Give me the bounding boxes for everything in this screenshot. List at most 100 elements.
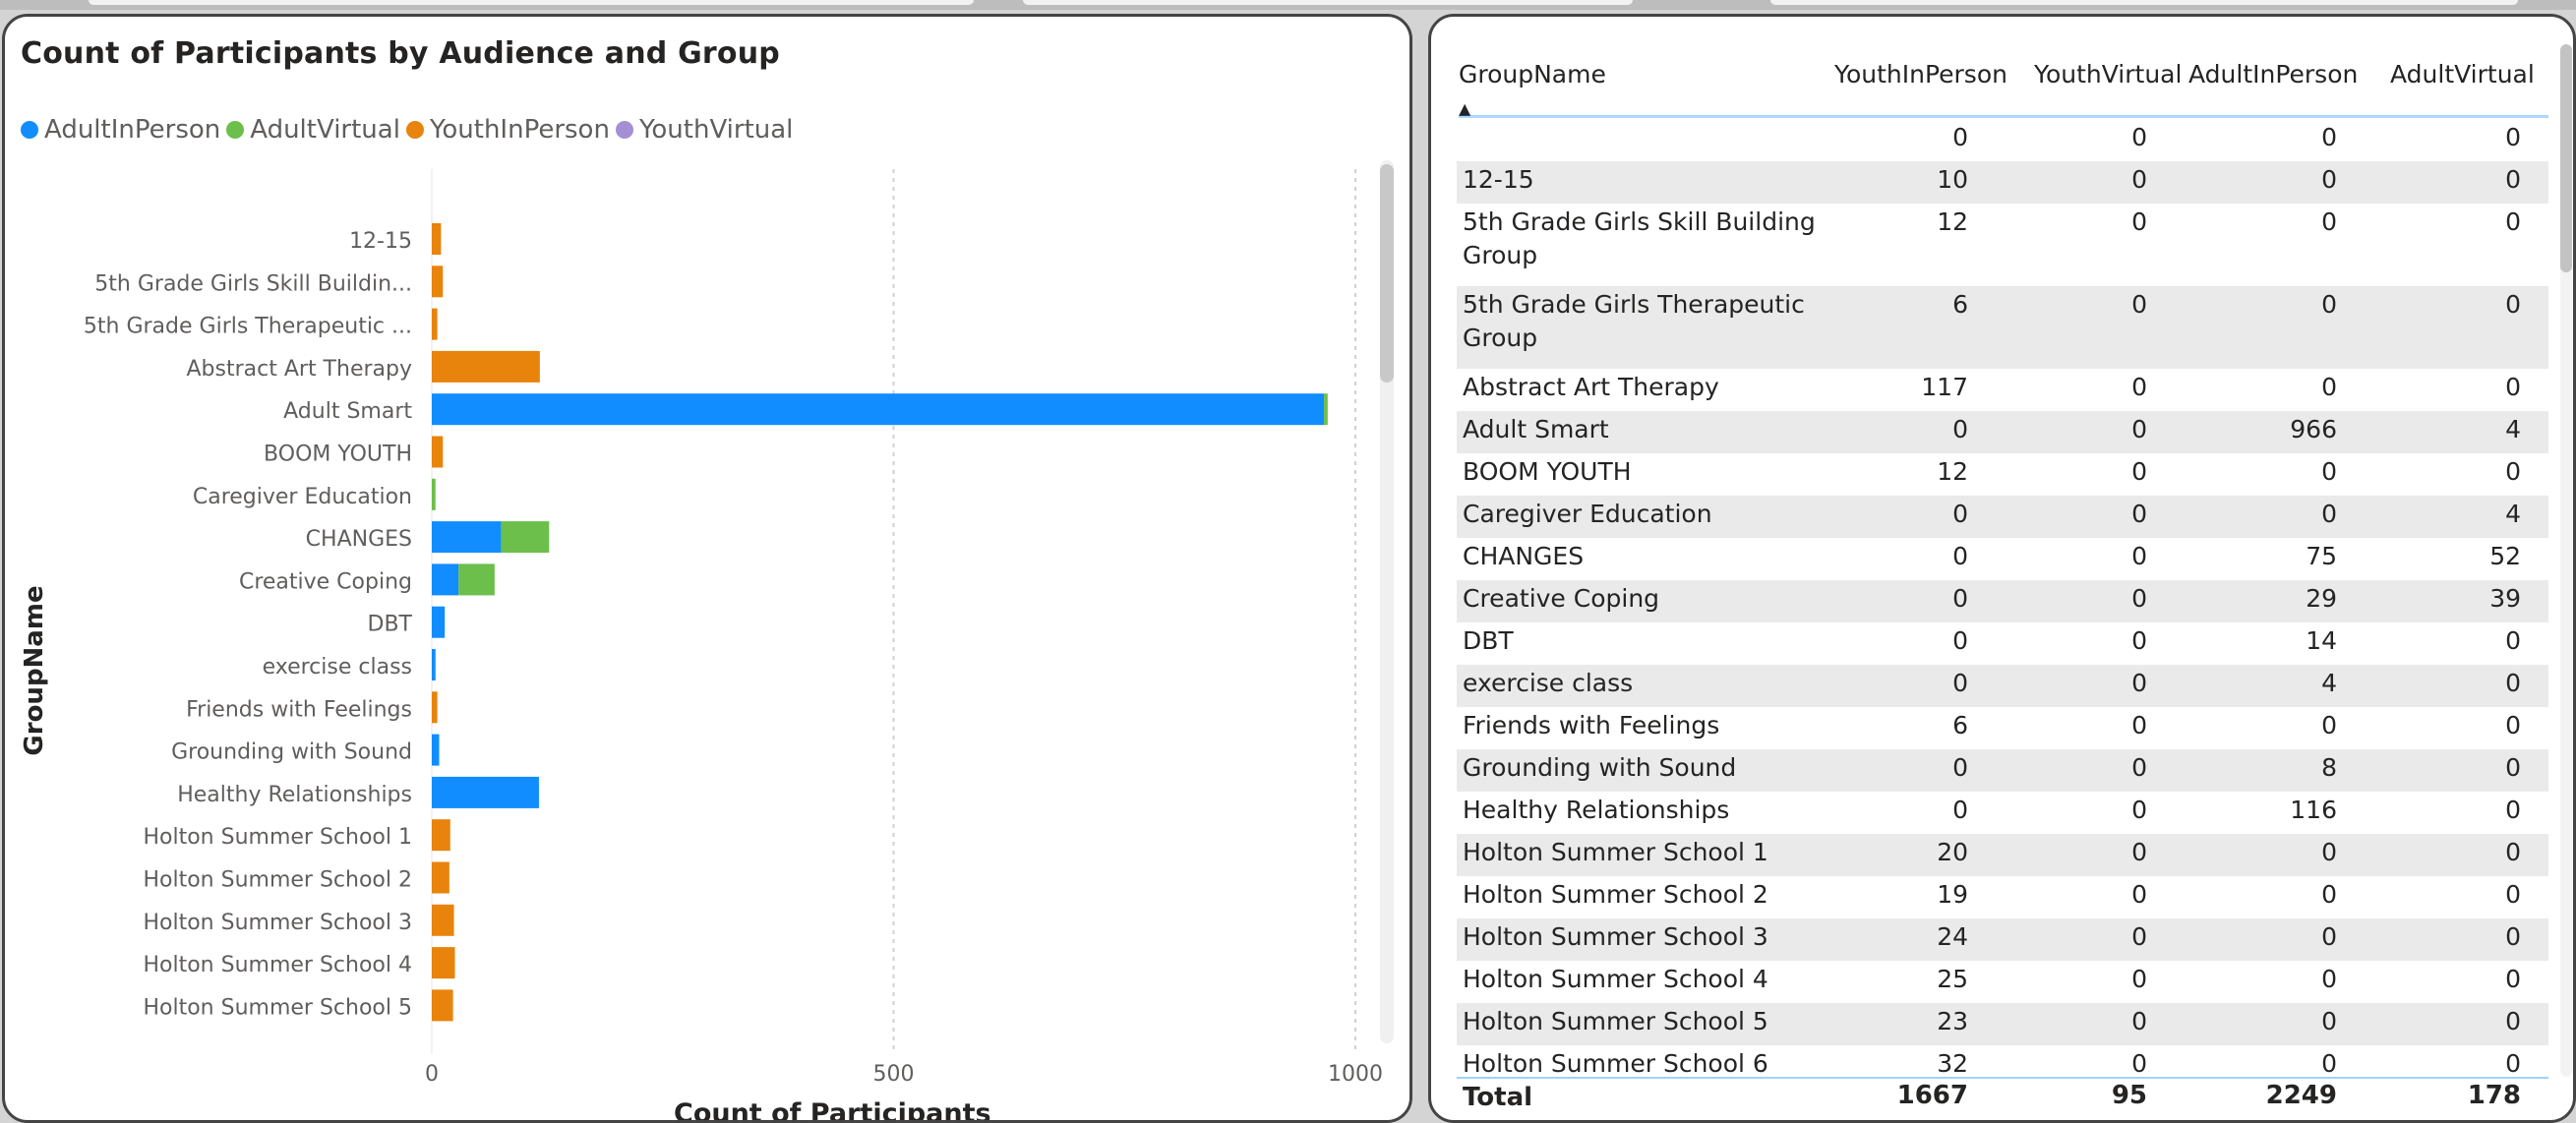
cell-youthvirtual: 0	[2131, 500, 2147, 528]
cell-adultinperson: 75	[2306, 542, 2337, 570]
bar-adultvirtual[interactable]	[501, 521, 550, 554]
cell-groupname: Creative Coping	[1463, 584, 1660, 613]
bar-youthinperson[interactable]	[432, 350, 540, 383]
category-label: DBT	[368, 613, 413, 637]
table-row[interactable]: Friends with Feelings 6 0 0 0	[1457, 707, 2548, 749]
category-label: Friends with Feelings	[186, 697, 412, 722]
table-scrollbar[interactable]	[2560, 44, 2572, 1077]
bar-youthinperson[interactable]	[432, 989, 453, 1022]
cell-youthinperson: 0	[1952, 415, 1968, 443]
table-row[interactable]: Caregiver Education 0 0 0 4	[1457, 496, 2548, 538]
cell-youthvirtual: 0	[2131, 669, 2147, 697]
bar-youthinperson[interactable]	[432, 691, 438, 724]
table-row[interactable]: Adult Smart 0 0 966 4	[1457, 411, 2548, 453]
cell-youthvirtual: 0	[2131, 373, 2147, 401]
cell-groupname: Holton Summer School 4	[1463, 965, 1768, 993]
bar-chart-plot: 12-15 5th Grade Girls Skill Buildin... 5th…	[84, 169, 1383, 1087]
cell-youthinperson: 0	[1952, 500, 1968, 528]
table-row[interactable]: Holton Summer School 5 23 0 0 0	[1457, 1003, 2548, 1045]
bar-youthinperson[interactable]	[432, 819, 450, 852]
bar-youthinperson[interactable]	[432, 266, 444, 298]
cell-adultvirtual: 0	[2505, 838, 2521, 866]
cell-youthvirtual: 0	[2131, 123, 2147, 151]
category-label: 12-15	[349, 229, 412, 254]
cell-adultvirtual: 0	[2505, 1049, 2521, 1078]
cell-adultinperson: 116	[2290, 796, 2337, 824]
cell-adultinperson: 0	[2321, 123, 2337, 151]
chart-scrollbar[interactable]	[1380, 160, 1394, 1043]
cell-adultinperson: 0	[2321, 290, 2337, 319]
table-row[interactable]: BOOM YOUTH 12 0 0 0	[1457, 453, 2548, 496]
table-row[interactable]: 5th Grade Girls Skill Building Group 12 0 0…	[1457, 204, 2548, 286]
table-row[interactable]: Grounding with Sound 0 0 8 0	[1457, 749, 2548, 792]
column-header-youthvirtual[interactable]: YouthVirtual	[2034, 60, 2182, 89]
table-row[interactable]: CHANGES 0 0 75 52	[1457, 538, 2548, 580]
cell-adultinperson: 0	[2321, 838, 2337, 866]
cell-groupname: exercise class	[1463, 669, 1634, 697]
cell-youthvirtual: 0	[2131, 880, 2147, 909]
cell-youthvirtual: 0	[2131, 1049, 2147, 1078]
bar-adultinperson[interactable]	[432, 776, 539, 808]
category-label: Holton Summer School 4	[143, 953, 412, 977]
bar-adultinperson[interactable]	[432, 649, 436, 680]
cell-adultvirtual: 0	[2505, 753, 2521, 782]
column-header-adultvirtual[interactable]: AdultVirtual	[2390, 60, 2535, 89]
cell-adultvirtual: 0	[2505, 123, 2521, 151]
table-row[interactable]: Holton Summer School 2 19 0 0 0	[1457, 876, 2548, 918]
bar-adultinperson[interactable]	[432, 393, 1325, 426]
category-label: Caregiver Education	[193, 485, 412, 509]
table-visual[interactable]: GroupName YouthInPerson YouthVirtual AdultI…	[1428, 14, 2576, 1123]
cell-adultinperson: 0	[2321, 500, 2337, 528]
bar-adultvirtual[interactable]	[432, 478, 436, 510]
bar-adultinperson[interactable]	[432, 563, 459, 596]
chart-scrollbar-thumb[interactable]	[1380, 164, 1394, 383]
cell-adultinperson: 0	[2321, 922, 2337, 951]
chart-visual[interactable]: Count of Participants by Audience and Gr…	[2, 14, 1412, 1123]
bar-youthinperson[interactable]	[432, 223, 442, 255]
bar-youthinperson[interactable]	[432, 308, 438, 340]
table-scrollbar-thumb[interactable]	[2560, 44, 2572, 272]
cell-youthvirtual: 0	[2131, 584, 2147, 613]
bar-adultinperson[interactable]	[432, 606, 446, 638]
table-row[interactable]: 12-15 10 0 0 0	[1457, 161, 2548, 204]
cell-youthinperson: 12	[1937, 457, 1968, 486]
cell-youthinperson: 12	[1937, 207, 1968, 236]
table-row[interactable]: Holton Summer School 1 20 0 0 0	[1457, 834, 2548, 876]
bar-youthinperson[interactable]	[432, 947, 455, 979]
bar-adultinperson[interactable]	[432, 734, 440, 766]
table-row[interactable]: Abstract Art Therapy 117 0 0 0	[1457, 369, 2548, 411]
cell-youthvirtual: 0	[2131, 626, 2147, 655]
bar-youthinperson[interactable]	[432, 904, 454, 936]
bar-adultvirtual[interactable]	[1324, 393, 1328, 426]
table-row[interactable]: Holton Summer School 3 24 0 0 0	[1457, 918, 2548, 961]
table-row[interactable]: 0 0 0 0	[1457, 119, 2548, 161]
table-row[interactable]: 5th Grade Girls Therapeutic Group 6 0 0 0	[1457, 286, 2548, 369]
cell-adultinperson: 0	[2321, 457, 2337, 486]
cell-adultvirtual: 0	[2505, 290, 2521, 319]
column-header-youthinperson[interactable]: YouthInPerson	[1834, 60, 2007, 89]
cell-groupname: Healthy Relationships	[1463, 796, 1730, 824]
category-label: Creative Coping	[239, 569, 412, 594]
cell-adultinperson: 4	[2321, 669, 2337, 697]
cell-youthinperson: 20	[1937, 838, 1968, 866]
table-row[interactable]: Holton Summer School 4 25 0 0 0	[1457, 961, 2548, 1003]
cell-youthinperson: 6	[1952, 290, 1968, 319]
column-header-groupname[interactable]: GroupName	[1459, 60, 1606, 89]
table-row[interactable]: DBT 0 0 14 0	[1457, 622, 2548, 665]
column-header-adultinperson[interactable]: AdultInPerson	[2188, 60, 2358, 89]
cell-youthvirtual: 0	[2131, 796, 2147, 824]
table-row[interactable]: Creative Coping 0 0 29 39	[1457, 580, 2548, 622]
cell-youthinperson: 0	[1952, 669, 1968, 697]
cell-groupname: Holton Summer School 1	[1463, 838, 1768, 866]
bar-youthinperson[interactable]	[432, 861, 449, 894]
bar-adultinperson[interactable]	[432, 521, 502, 554]
cell-adultvirtual: 0	[2505, 165, 2521, 194]
table-row[interactable]: Healthy Relationships 0 0 116 0	[1457, 792, 2548, 834]
cell-groupname: BOOM YOUTH	[1463, 457, 1632, 486]
cell-groupname: Holton Summer School 2	[1463, 880, 1768, 909]
cell-adultinperson: 8	[2321, 753, 2337, 782]
bar-adultvirtual[interactable]	[458, 563, 495, 596]
bar-youthinperson[interactable]	[432, 436, 444, 468]
cell-youthinperson: 32	[1937, 1049, 1968, 1078]
table-row[interactable]: exercise class 0 0 4 0	[1457, 665, 2548, 707]
